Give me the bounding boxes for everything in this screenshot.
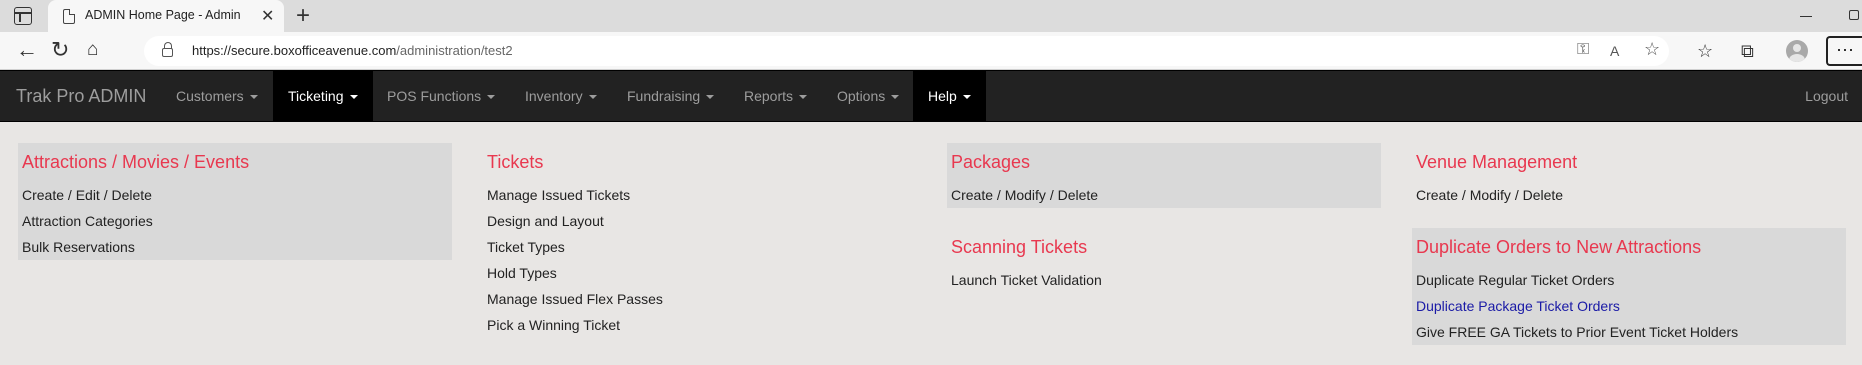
scanning-heading: Scanning Tickets: [951, 237, 1088, 257]
browser-tab-strip: ADMIN Home Page - Admin ✕ +: [0, 0, 1862, 32]
caret-icon: [249, 95, 258, 100]
minimize-icon[interactable]: [1800, 16, 1812, 18]
tickets-panel: Tickets Manage Issued Tickets Design and…: [483, 143, 913, 346]
attraction-categories-link[interactable]: Attraction Categories: [22, 208, 448, 234]
favorite-icon[interactable]: ☆: [1644, 39, 1660, 60]
bulk-reservations-link[interactable]: Bulk Reservations: [22, 234, 448, 260]
caret-icon: [962, 95, 971, 100]
tickets-heading: Tickets: [487, 152, 544, 172]
attractions-panel: Attractions / Movies / Events Create / E…: [18, 143, 452, 260]
hold-types-link[interactable]: Hold Types: [487, 260, 909, 286]
favorites-icon[interactable]: ☆: [1697, 41, 1713, 61]
profile-avatar[interactable]: [1786, 40, 1808, 62]
nav-fundraising[interactable]: Fundraising: [612, 71, 729, 121]
duplicate-package-link[interactable]: Duplicate Package Ticket Orders: [1416, 293, 1842, 319]
duplicate-orders-panel: Duplicate Orders to New Attractions Dupl…: [1412, 228, 1846, 345]
refresh-icon[interactable]: ↻: [51, 37, 69, 63]
lock-icon[interactable]: [162, 42, 173, 57]
browser-tab[interactable]: ADMIN Home Page - Admin ✕: [48, 0, 284, 32]
restore-icon[interactable]: [1849, 10, 1859, 20]
manage-flex-passes-link[interactable]: Manage Issued Flex Passes: [487, 286, 909, 312]
more-menu-button[interactable]: ⋯: [1826, 36, 1862, 66]
launch-validation-link[interactable]: Launch Ticket Validation: [951, 267, 1377, 293]
back-icon[interactable]: ←: [16, 37, 38, 63]
caret-icon: [588, 95, 597, 100]
nav-customers[interactable]: Customers: [161, 71, 273, 121]
nav-ticketing[interactable]: Ticketing: [273, 71, 373, 121]
pick-winning-ticket-link[interactable]: Pick a Winning Ticket: [487, 312, 909, 338]
nav-options[interactable]: Options: [822, 71, 914, 121]
tab-actions-icon[interactable]: [14, 7, 32, 25]
nav-pos-functions[interactable]: POS Functions: [372, 71, 510, 121]
venue-panel: Venue Management Create / Modify / Delet…: [1412, 143, 1846, 216]
manage-issued-tickets-link[interactable]: Manage Issued Tickets: [487, 182, 909, 208]
tab-title: ADMIN Home Page - Admin: [85, 8, 241, 22]
packages-heading: Packages: [951, 152, 1031, 172]
caret-icon: [891, 95, 900, 100]
key-icon[interactable]: ⚿: [1577, 41, 1589, 59]
url-text[interactable]: https://secure.boxofficeavenue.com/admin…: [192, 43, 513, 58]
venue-heading: Venue Management: [1416, 152, 1578, 172]
nav-reports[interactable]: Reports: [729, 71, 822, 121]
address-bar[interactable]: https://secure.boxofficeavenue.com/admin…: [144, 36, 1669, 66]
nav-help[interactable]: Help: [913, 71, 986, 121]
browser-toolbar: ← ↻ ⌂ https://secure.boxofficeavenue.com…: [0, 32, 1862, 70]
read-aloud-icon[interactable]: A: [1610, 43, 1619, 59]
duplicate-orders-heading: Duplicate Orders to New Attractions: [1416, 237, 1702, 257]
app-navbar: Trak Pro ADMIN Customers Ticketing POS F…: [0, 70, 1862, 122]
design-layout-link[interactable]: Design and Layout: [487, 208, 909, 234]
packages-create-link[interactable]: Create / Modify / Delete: [951, 182, 1377, 208]
nav-inventory[interactable]: Inventory: [510, 71, 612, 121]
scanning-panel: Scanning Tickets Launch Ticket Validatio…: [947, 228, 1381, 301]
caret-icon: [706, 95, 715, 100]
venue-create-link[interactable]: Create / Modify / Delete: [1416, 182, 1842, 208]
duplicate-regular-link[interactable]: Duplicate Regular Ticket Orders: [1416, 267, 1842, 293]
caret-icon: [799, 95, 808, 100]
free-ga-tickets-link[interactable]: Give FREE GA Tickets to Prior Event Tick…: [1416, 319, 1842, 345]
close-tab-icon[interactable]: ✕: [261, 6, 274, 26]
brand-title[interactable]: Trak Pro ADMIN: [16, 86, 146, 107]
caret-icon: [487, 95, 496, 100]
page-icon: [63, 8, 76, 24]
new-tab-button[interactable]: +: [296, 2, 310, 30]
ticket-types-link[interactable]: Ticket Types: [487, 234, 909, 260]
logout-link[interactable]: Logout: [1805, 71, 1848, 121]
attractions-heading: Attractions / Movies / Events: [22, 152, 250, 172]
packages-panel: Packages Create / Modify / Delete: [947, 143, 1381, 208]
home-icon[interactable]: ⌂: [87, 37, 98, 63]
caret-icon: [349, 95, 358, 100]
collections-icon[interactable]: ⧉: [1741, 41, 1754, 61]
attractions-create-link[interactable]: Create / Edit / Delete: [22, 182, 448, 208]
